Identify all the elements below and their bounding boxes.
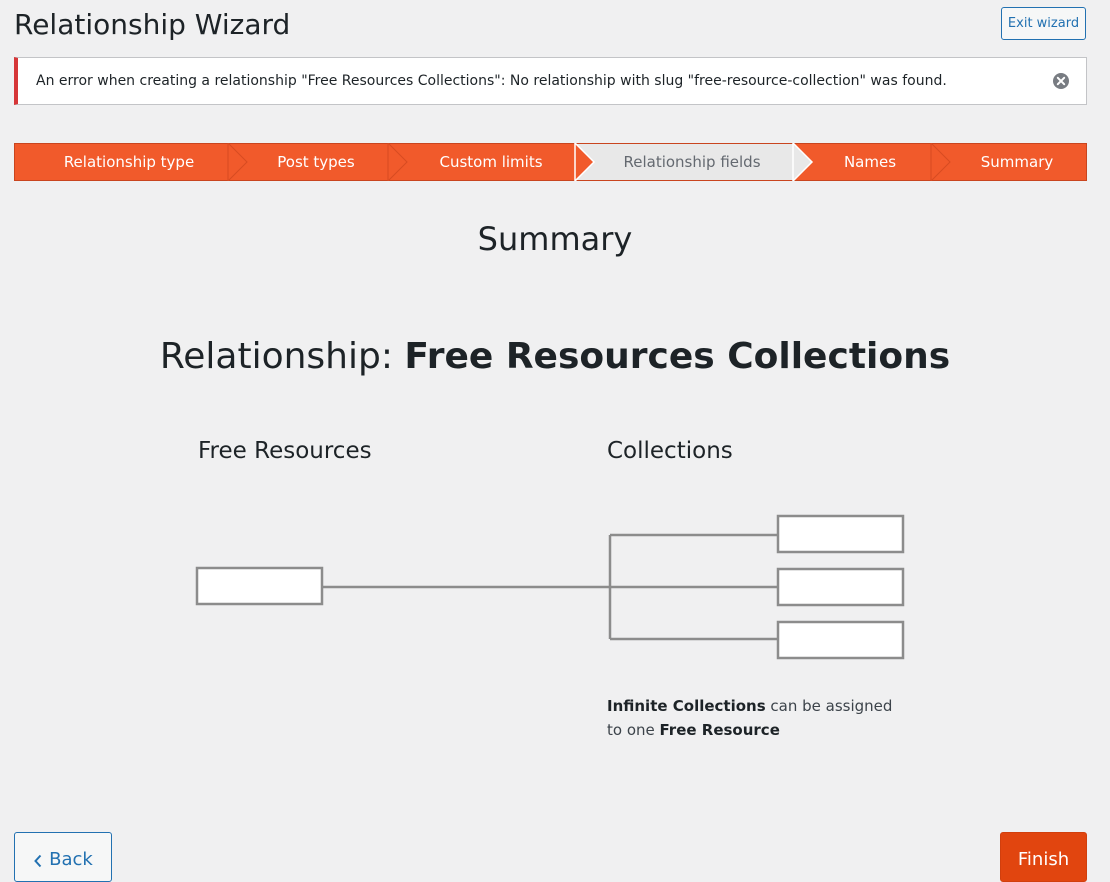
back-button[interactable]: Back [14,832,112,882]
step-label: Relationship type [63,153,195,171]
child-box-3 [776,620,905,660]
finish-button[interactable]: Finish [1000,832,1087,882]
step-label: Relationship fields [623,153,761,171]
step-label: Post types [277,153,355,171]
child-box-1 [776,514,905,554]
relationship-diagram [195,514,905,660]
relationship-description: Infinite Collections can be assigned to … [607,694,907,742]
back-button-label: Back [49,849,93,870]
description-bold-2: Free Resource [659,721,780,739]
child-box-2 [776,567,905,607]
step-label: Custom limits [439,153,543,171]
finish-button-label: Finish [1017,849,1070,870]
parent-box [195,566,324,606]
step-label: Summary [980,153,1054,171]
step-label: Names [843,153,897,171]
description-bold-1: Infinite Collections [607,697,766,715]
